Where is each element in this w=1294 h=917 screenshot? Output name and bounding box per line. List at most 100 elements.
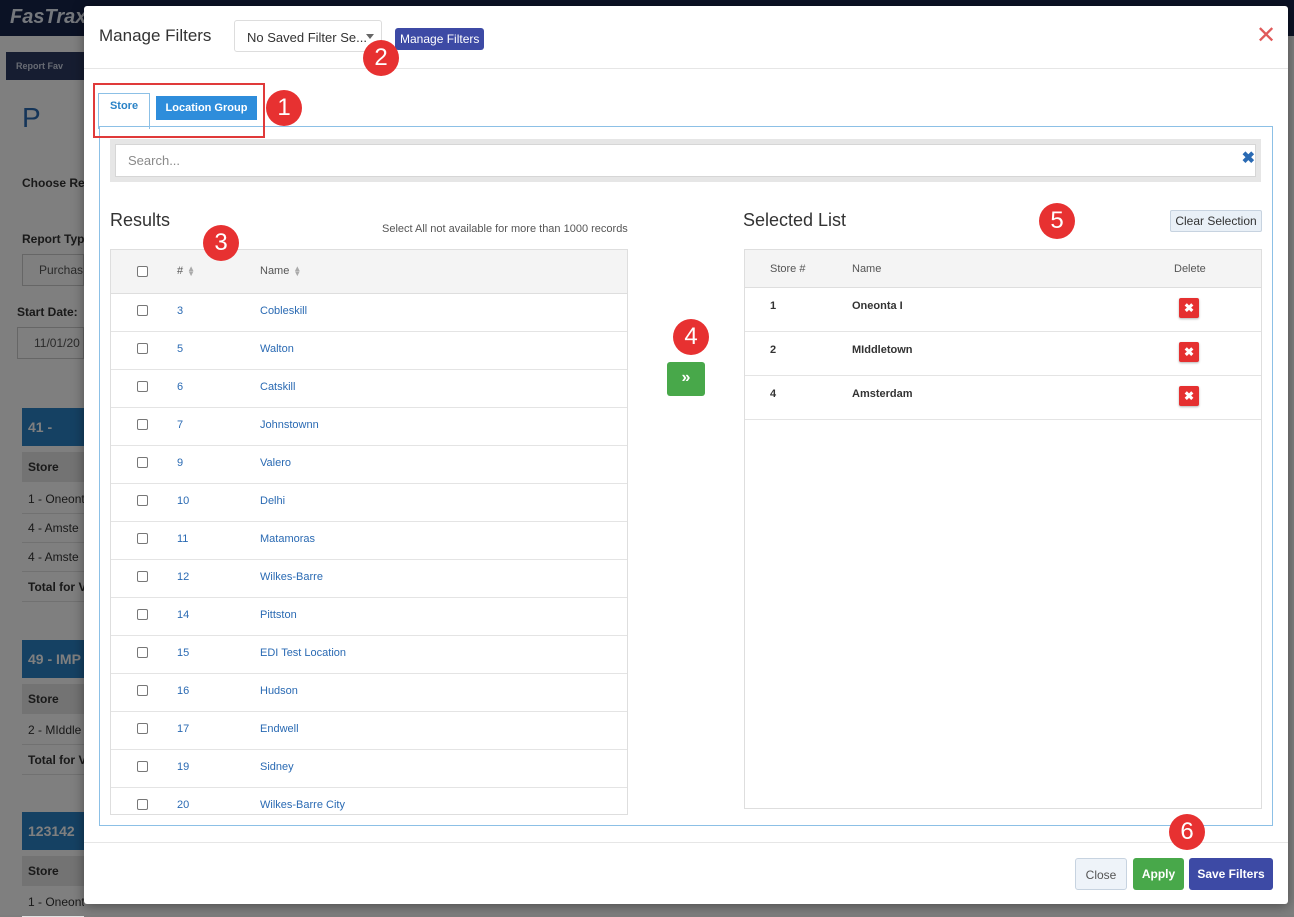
store-name-link[interactable]: Wilkes-Barre City [260, 799, 345, 811]
callout-badge: 5 [1039, 203, 1075, 239]
store-number-link[interactable]: 12 [177, 571, 189, 583]
store-number-link[interactable]: 19 [177, 761, 189, 773]
save-filters-button[interactable]: Save Filters [1189, 858, 1273, 890]
store-name-link[interactable]: Endwell [260, 723, 299, 735]
clear-selection-button[interactable]: Clear Selection [1170, 210, 1262, 232]
chevron-down-icon [366, 34, 374, 39]
results-table: # ▲ ▼ Name ▲ ▼ 3 Cobleskill 5 Walton 6 Catskill 7 J… [110, 249, 628, 815]
store-name-link[interactable]: Wilkes-Barre [260, 571, 323, 583]
store-number-link[interactable]: 7 [177, 419, 183, 431]
table-row[interactable]: 15 EDI Test Location [111, 635, 627, 674]
callout-badge: 4 [673, 319, 709, 355]
store-number-link[interactable]: 10 [177, 495, 189, 507]
selected-table-header: Store # Name Delete [745, 250, 1261, 288]
store-name-link[interactable]: Matamoras [260, 533, 315, 545]
column-header-number[interactable]: # ▲ ▼ [177, 264, 196, 279]
table-row[interactable]: 19 Sidney [111, 749, 627, 788]
store-number-link[interactable]: 11 [177, 533, 188, 545]
row-checkbox[interactable] [137, 685, 148, 696]
table-row[interactable]: 9 Valero [111, 445, 627, 484]
column-header-name[interactable]: Name ▲ ▼ [260, 264, 302, 279]
add-to-selected-button[interactable]: » [667, 362, 705, 396]
footer-divider [84, 842, 1288, 843]
row-checkbox[interactable] [137, 723, 148, 734]
row-checkbox[interactable] [137, 533, 148, 544]
selected-store-name: Oneonta I [852, 300, 903, 312]
row-checkbox[interactable] [137, 305, 148, 316]
table-row[interactable]: 5 Walton [111, 331, 627, 370]
header-divider [84, 68, 1288, 69]
store-number-link[interactable]: 15 [177, 647, 189, 659]
sort-icon: ▲ ▼ [293, 264, 302, 279]
delete-icon[interactable]: ✖ [1179, 386, 1199, 406]
store-name-link[interactable]: Johnstownn [260, 419, 319, 431]
close-icon[interactable]: ✕ [1256, 24, 1276, 48]
column-header-number-label: # [177, 265, 184, 277]
row-checkbox[interactable] [137, 457, 148, 468]
row-checkbox[interactable] [137, 799, 148, 810]
table-row[interactable]: 16 Hudson [111, 673, 627, 712]
row-checkbox[interactable] [137, 761, 148, 772]
clear-search-icon[interactable]: ✖ [1242, 151, 1255, 167]
table-row[interactable]: 3 Cobleskill [111, 293, 627, 332]
manage-filters-button[interactable]: Manage Filters [395, 28, 485, 50]
table-row[interactable]: 20 Wilkes-Barre City [111, 787, 627, 814]
store-name-link[interactable]: Pittston [260, 609, 297, 621]
saved-filter-select[interactable]: No Saved Filter Se... [234, 20, 382, 52]
row-checkbox[interactable] [137, 647, 148, 658]
callout-badge: 1 [266, 90, 302, 126]
store-number-link[interactable]: 5 [177, 343, 183, 355]
table-row[interactable]: 17 Endwell [111, 711, 627, 750]
select-all-note: Select All not available for more than 1… [382, 223, 628, 235]
selected-store-number: 1 [770, 300, 777, 312]
row-checkbox[interactable] [137, 495, 148, 506]
store-number-link[interactable]: 6 [177, 381, 183, 393]
selected-list-title: Selected List [743, 210, 847, 230]
store-number-link[interactable]: 9 [177, 457, 183, 469]
table-row[interactable]: 7 Johnstownn [111, 407, 627, 446]
results-title: Results [110, 210, 171, 230]
column-header-store-number: Store # [770, 263, 806, 275]
row-checkbox[interactable] [137, 381, 148, 392]
callout-badge: 2 [363, 40, 399, 76]
apply-button[interactable]: Apply [1133, 858, 1184, 890]
select-all-checkbox[interactable] [137, 266, 148, 277]
table-row[interactable]: 10 Delhi [111, 483, 627, 522]
store-number-link[interactable]: 17 [177, 723, 189, 735]
selected-store-name: MIddletown [852, 344, 913, 356]
store-name-link[interactable]: Cobleskill [260, 305, 307, 317]
store-name-link[interactable]: Catskill [260, 381, 295, 393]
store-name-link[interactable]: Sidney [260, 761, 294, 773]
tabs-highlight-box [93, 83, 265, 138]
callout-badge: 6 [1169, 814, 1205, 850]
sort-icon: ▲ ▼ [187, 264, 196, 279]
store-name-link[interactable]: Delhi [260, 495, 285, 507]
manage-filters-modal: Manage Filters No Saved Filter Se... Man… [84, 6, 1288, 904]
store-name-link[interactable]: Hudson [260, 685, 298, 697]
table-row[interactable]: 14 Pittston [111, 597, 627, 636]
store-name-link[interactable]: Walton [260, 343, 294, 355]
store-number-link[interactable]: 3 [177, 305, 183, 317]
selected-row: 1 Oneonta I ✖ [745, 287, 1261, 332]
row-checkbox[interactable] [137, 419, 148, 430]
row-checkbox[interactable] [137, 571, 148, 582]
store-number-link[interactable]: 14 [177, 609, 189, 621]
selected-store-number: 4 [770, 388, 777, 400]
row-checkbox[interactable] [137, 343, 148, 354]
store-name-link[interactable]: Valero [260, 457, 291, 469]
delete-icon[interactable]: ✖ [1179, 298, 1199, 318]
store-number-link[interactable]: 16 [177, 685, 189, 697]
selected-store-name: Amsterdam [852, 388, 913, 400]
store-name-link[interactable]: EDI Test Location [260, 647, 346, 659]
row-checkbox[interactable] [137, 609, 148, 620]
table-row[interactable]: 6 Catskill [111, 369, 627, 408]
store-number-link[interactable]: 20 [177, 799, 189, 811]
close-button[interactable]: Close [1075, 858, 1127, 890]
results-table-header: # ▲ ▼ Name ▲ ▼ [111, 250, 627, 294]
search-input[interactable] [115, 144, 1256, 177]
table-row[interactable]: 11 Matamoras [111, 521, 627, 560]
column-header-delete: Delete [1174, 263, 1206, 275]
delete-icon[interactable]: ✖ [1179, 342, 1199, 362]
selected-store-number: 2 [770, 344, 777, 356]
table-row[interactable]: 12 Wilkes-Barre [111, 559, 627, 598]
